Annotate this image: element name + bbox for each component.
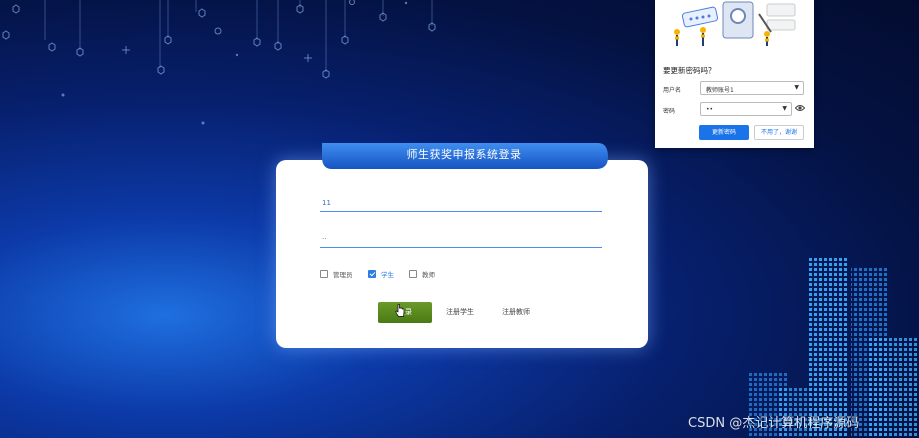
role-label-student: 学生: [381, 271, 394, 279]
role-option-admin[interactable]: 管理员: [320, 269, 353, 279]
popup-username-label: 用户名: [663, 87, 682, 94]
username-input[interactable]: 11: [320, 193, 602, 212]
hand-cursor-icon: [395, 304, 405, 317]
password-illustration: [655, 0, 814, 55]
student-checkbox[interactable]: [368, 270, 376, 278]
watermark: CSDN @杰记计算机程序源码: [688, 416, 860, 431]
role-label-teacher: 教师: [422, 271, 435, 279]
login-title: 师生获奖申报系统登录: [406, 148, 522, 161]
popup-password-value: ••: [706, 106, 714, 113]
chevron-down-icon: ▼: [794, 84, 799, 91]
login-card: [276, 160, 648, 348]
popup-username-value: 教师账号1: [706, 87, 734, 94]
password-update-popup: 要更新密码吗？ 用户名 教师账号1 ▼ 密码 •• ▼ 更新密码 不用了，谢谢: [655, 0, 814, 148]
city-skyline: [747, 258, 919, 438]
login-title-tab: 师生获奖申报系统登录: [320, 143, 608, 169]
role-label-admin: 管理员: [333, 271, 353, 279]
popup-password-select[interactable]: •• ▼: [700, 102, 792, 116]
password-value: ··: [322, 235, 327, 243]
chevron-down-icon: ▼: [782, 105, 787, 112]
password-input[interactable]: ··: [320, 229, 602, 248]
popup-password-label: 密码: [663, 108, 676, 115]
username-value: 11: [322, 199, 331, 207]
register-teacher-link[interactable]: 注册教师: [502, 307, 530, 317]
update-password-button[interactable]: 更新密码: [699, 125, 749, 140]
admin-checkbox[interactable]: [320, 270, 328, 278]
show-password-eye-icon[interactable]: [795, 104, 805, 112]
register-student-link[interactable]: 注册学生: [446, 307, 474, 317]
teacher-checkbox[interactable]: [409, 270, 417, 278]
role-option-student[interactable]: 学生: [368, 269, 394, 279]
dismiss-popup-button[interactable]: 不用了，谢谢: [754, 125, 804, 140]
popup-question: 要更新密码吗？: [663, 66, 716, 75]
popup-username-select[interactable]: 教师账号1 ▼: [700, 81, 804, 95]
role-option-teacher[interactable]: 教师: [409, 269, 435, 279]
login-button[interactable]: 登录: [378, 302, 432, 323]
